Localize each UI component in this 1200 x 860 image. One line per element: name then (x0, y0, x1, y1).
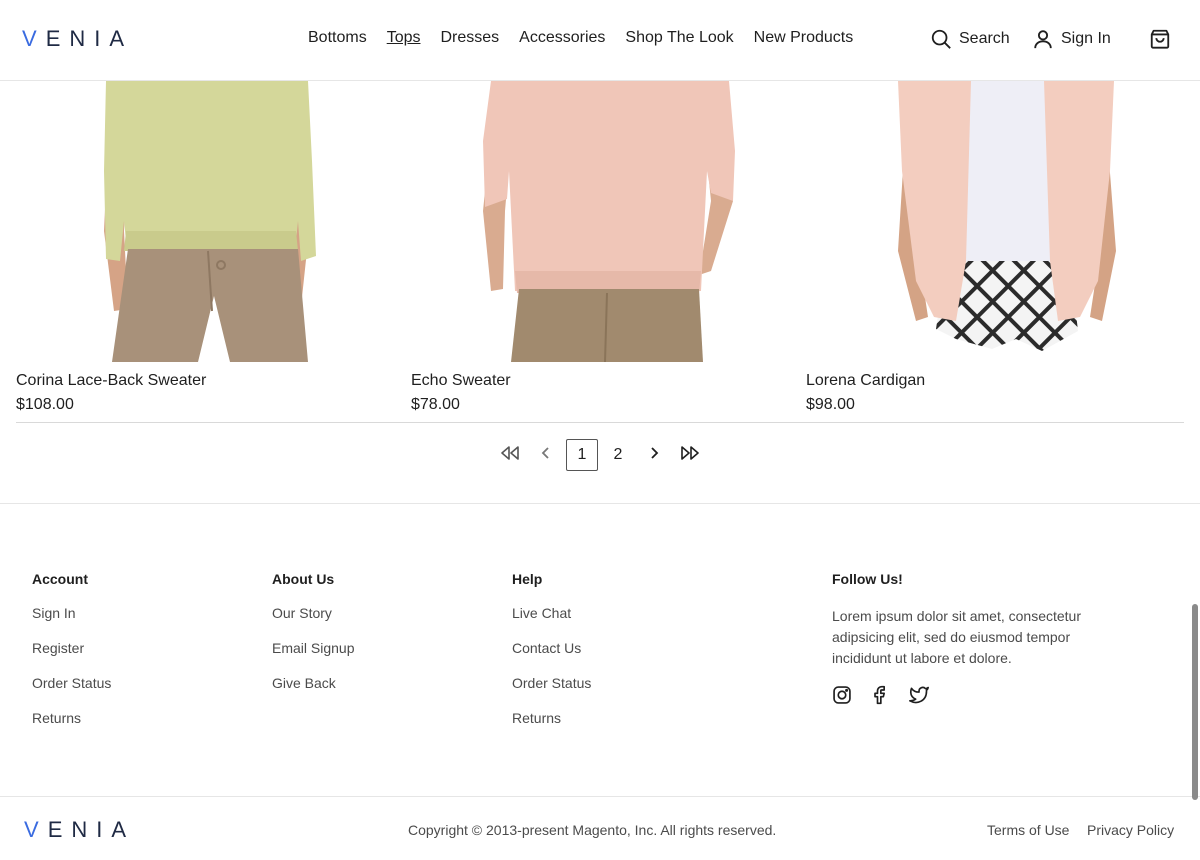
footer-help-column: Help Live Chat Contact Us Order Status R… (512, 571, 591, 736)
page-2-button[interactable]: 2 (602, 439, 634, 471)
nav-new-products[interactable]: New Products (744, 29, 864, 47)
product-image[interactable] (806, 81, 1186, 362)
nav-dresses[interactable]: Dresses (430, 29, 509, 47)
chevron-left-icon (541, 446, 551, 465)
footer-link-returns[interactable]: Returns (512, 701, 591, 736)
search-label: Search (959, 30, 1010, 47)
footer-link-email-signup[interactable]: Email Signup (272, 631, 355, 666)
product-name[interactable]: Echo Sweater (411, 372, 511, 390)
product-name[interactable]: Lorena Cardigan (806, 372, 925, 390)
pagination: 1 2 (0, 439, 1200, 471)
footer-link-register[interactable]: Register (32, 631, 111, 666)
footer-link-order-status[interactable]: Order Status (512, 666, 591, 701)
terms-of-use-link[interactable]: Terms of Use (987, 822, 1069, 838)
previous-page-button[interactable] (536, 439, 556, 471)
product-image[interactable] (16, 81, 396, 362)
product-name[interactable]: Corina Lace-Back Sweater (16, 372, 206, 390)
main-navigation: Bottoms Tops Dresses Accessories Shop Th… (298, 29, 863, 47)
shopping-bag-icon (1149, 28, 1171, 50)
footer-link-sign-in[interactable]: Sign In (32, 596, 111, 631)
footer-about-column: About Us Our Story Email Signup Give Bac… (272, 571, 355, 701)
footer-link-give-back[interactable]: Give Back (272, 666, 355, 701)
search-button[interactable]: Search (930, 28, 1010, 50)
sign-in-label: Sign In (1061, 30, 1111, 47)
footer-about-title: About Us (272, 571, 335, 587)
nav-shop-the-look[interactable]: Shop The Look (615, 29, 743, 47)
product-grid: Corina Lace-Back Sweater $108.00 Echo Sw… (16, 81, 1186, 423)
footer-help-title: Help (512, 571, 543, 587)
user-icon (1032, 28, 1054, 50)
footer-link-our-story[interactable]: Our Story (272, 596, 355, 631)
footer-follow-column: Follow Us! Lorem ipsum dolor sit amet, c… (832, 571, 1092, 710)
product-price: $108.00 (16, 396, 74, 413)
last-page-button[interactable] (678, 439, 702, 471)
footer-bottom-bar: VENIA Copyright © 2013-present Magento, … (0, 796, 1200, 860)
footer-account-column: Account Sign In Register Order Status Re… (32, 571, 111, 736)
instagram-icon[interactable] (832, 685, 852, 710)
product-price: $78.00 (411, 396, 460, 413)
next-page-button[interactable] (644, 439, 664, 471)
logo-letter-v: V (22, 26, 46, 51)
footer-follow-text: Lorem ipsum dolor sit amet, consectetur … (832, 608, 1081, 666)
nav-accessories[interactable]: Accessories (509, 29, 615, 47)
first-page-button[interactable] (498, 439, 522, 471)
footer-follow-title: Follow Us! (832, 571, 903, 587)
double-chevron-right-icon (680, 445, 700, 465)
social-links (832, 685, 1092, 710)
copyright-text: Copyright © 2013-present Magento, Inc. A… (408, 822, 777, 838)
page-scrollbar-thumb[interactable] (1192, 604, 1198, 800)
logo-letter-v: V (24, 817, 48, 842)
cart-button[interactable] (1149, 28, 1171, 50)
logo-letters: ENIA (45, 26, 134, 51)
twitter-icon[interactable] (908, 685, 930, 710)
footer-link-returns[interactable]: Returns (32, 701, 111, 736)
nav-bottoms[interactable]: Bottoms (298, 29, 377, 47)
product-card[interactable]: Lorena Cardigan $98.00 (806, 81, 1186, 422)
footer-link-contact-us[interactable]: Contact Us (512, 631, 591, 666)
footer-venia-logo[interactable]: VENIA (24, 817, 135, 843)
footer-divider (0, 503, 1200, 504)
product-image[interactable] (411, 81, 791, 362)
footer-account-title: Account (32, 571, 88, 587)
footer-link-order-status[interactable]: Order Status (32, 666, 111, 701)
privacy-policy-link[interactable]: Privacy Policy (1087, 822, 1174, 838)
page-1-button[interactable]: 1 (566, 439, 598, 471)
double-chevron-left-icon (500, 445, 520, 465)
facebook-icon[interactable] (870, 685, 890, 710)
sign-in-button[interactable]: Sign In (1032, 28, 1111, 50)
product-price: $98.00 (806, 396, 855, 413)
nav-tops[interactable]: Tops (377, 29, 431, 47)
venia-logo[interactable]: V ENIA (22, 26, 134, 51)
site-header: V ENIA Bottoms Tops Dresses Accessories S… (0, 0, 1200, 81)
logo-letters: ENIA (47, 817, 136, 842)
product-card[interactable]: Corina Lace-Back Sweater $108.00 (16, 81, 396, 422)
product-card[interactable]: Echo Sweater $78.00 (411, 81, 791, 422)
footer-link-live-chat[interactable]: Live Chat (512, 596, 591, 631)
chevron-right-icon (649, 446, 659, 465)
search-icon (930, 28, 952, 50)
